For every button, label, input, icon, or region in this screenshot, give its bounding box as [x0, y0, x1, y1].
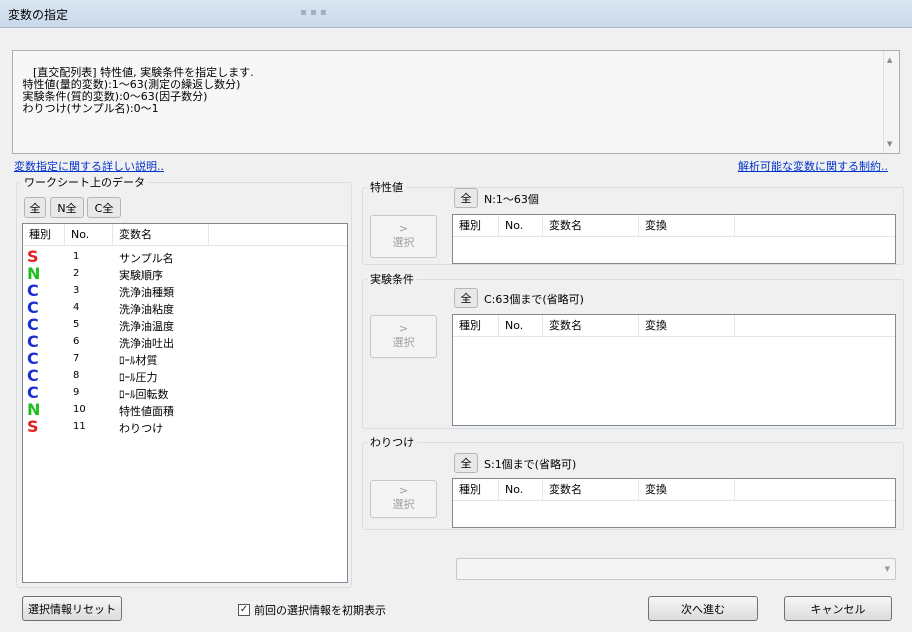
variable-name: ﾛｰﾙ回転数 — [119, 388, 169, 401]
characteristic-list-header: 種別 No. 変数名 変換 — [453, 215, 895, 237]
assignment-legend: わりつけ — [370, 436, 415, 449]
variable-no: 3 — [73, 285, 80, 296]
next-button[interactable]: 次へ進む — [648, 596, 758, 621]
variable-limits-link[interactable]: 解析可能な変数に関する制約.. — [738, 158, 888, 174]
checkbox-label: 前回の選択情報を初期表示 — [254, 604, 386, 617]
column-variable-name[interactable]: 変数名 — [543, 215, 639, 237]
checkbox-box[interactable]: ✓ — [238, 604, 250, 616]
select-all-n-button[interactable]: N全 — [50, 197, 84, 218]
worksheet-row[interactable]: C 9 ﾛｰﾙ回転数 — [23, 383, 343, 402]
variable-name: 洗浄油吐出 — [119, 337, 174, 350]
column-transform[interactable]: 変換 — [639, 215, 735, 237]
worksheet-list-header: 種別 No. 変数名 — [23, 224, 347, 246]
variable-no: 10 — [73, 404, 86, 415]
variable-name: 実験順序 — [119, 269, 163, 282]
variable-no: 8 — [73, 370, 80, 381]
variable-name: 特性値面積 — [119, 405, 174, 418]
show-previous-selection-checkbox[interactable]: ✓ 前回の選択情報を初期表示 — [238, 602, 386, 618]
assignment-select-button[interactable]: > 選択 — [370, 480, 437, 518]
variable-kind-badge: S — [27, 417, 39, 436]
select-all-c-button[interactable]: C全 — [87, 197, 121, 218]
worksheet-row[interactable]: S 11 わりつけ — [23, 417, 343, 436]
column-variable-name[interactable]: 変数名 — [543, 315, 639, 337]
conditions-target-list[interactable]: 種別 No. 変数名 変換 — [452, 314, 896, 426]
variable-no: 1 — [73, 251, 80, 262]
select-arrow-icon: > — [398, 321, 409, 335]
variable-name: 洗浄油粘度 — [119, 303, 174, 316]
variable-name: 洗浄油種類 — [119, 286, 174, 299]
worksheet-row[interactable]: C 3 洗浄油種類 — [23, 281, 343, 300]
variable-name: ﾛｰﾙ圧力 — [119, 371, 158, 384]
variable-no: 4 — [73, 302, 80, 313]
column-transform[interactable]: 変換 — [639, 479, 735, 501]
conditions-list-header: 種別 No. 変数名 変換 — [453, 315, 895, 337]
scroll-down-arrow-icon[interactable]: ▼ — [887, 138, 892, 150]
worksheet-row[interactable]: C 7 ﾛｰﾙ材質 — [23, 349, 343, 368]
variable-name: 洗浄油温度 — [119, 320, 174, 333]
conditions-select-button[interactable]: > 選択 — [370, 315, 437, 358]
column-no[interactable]: No. — [499, 315, 543, 337]
variable-name: ﾛｰﾙ材質 — [119, 354, 158, 367]
variable-no: 2 — [73, 268, 80, 279]
column-variable-name[interactable]: 変数名 — [113, 224, 209, 246]
worksheet-row[interactable]: N 10 特性値面積 — [23, 400, 343, 419]
variable-no: 9 — [73, 387, 80, 398]
variable-no: 11 — [73, 421, 86, 432]
conditions-all-button[interactable]: 全 — [454, 288, 478, 308]
description-box: [直交配列表] 特性値, 実験条件を指定します. 特性値(量的変数):1～63(… — [12, 50, 900, 154]
window-title: 変数の指定 — [8, 8, 69, 22]
description-scrollbar[interactable]: ▲ ▼ — [883, 51, 899, 153]
characteristic-info: N:1～63個 — [484, 193, 539, 206]
worksheet-row[interactable]: S 1 サンプル名 — [23, 247, 343, 266]
column-transform[interactable]: 変換 — [639, 315, 735, 337]
column-kind[interactable]: 種別 — [453, 315, 499, 337]
assignment-all-button[interactable]: 全 — [454, 453, 478, 473]
column-kind[interactable]: 種別 — [453, 479, 499, 501]
characteristic-legend: 特性値 — [370, 181, 403, 194]
select-all-button[interactable]: 全 — [24, 197, 46, 218]
variable-no: 6 — [73, 336, 80, 347]
worksheet-row[interactable]: N 2 実験順序 — [23, 264, 343, 283]
worksheet-row[interactable]: C 4 洗浄油粘度 — [23, 298, 343, 317]
conditions-info: C:63個まで(省略可) — [484, 293, 584, 306]
characteristic-all-button[interactable]: 全 — [454, 188, 478, 208]
column-variable-name[interactable]: 変数名 — [543, 479, 639, 501]
worksheet-data-legend: ワークシート上のデータ — [24, 176, 145, 189]
select-arrow-icon: > — [398, 484, 409, 497]
worksheet-variable-list[interactable]: 種別 No. 変数名 S 1 サンプル名 N 2 実験順序 C 3 洗浄油種類 C 4 洗浄油粘度 C 5… — [22, 223, 348, 583]
characteristic-select-button[interactable]: > 選択 — [370, 215, 437, 258]
column-no[interactable]: No. — [499, 215, 543, 237]
select-arrow-icon: > — [398, 221, 409, 235]
variable-help-link[interactable]: 変数指定に関する詳しい説明.. — [14, 158, 164, 174]
disabled-combo[interactable]: ▼ — [456, 558, 896, 580]
column-kind[interactable]: 種別 — [453, 215, 499, 237]
description-text: [直交配列表] 特性値, 実験条件を指定します. 特性値(量的変数):1～63(… — [22, 66, 254, 115]
assignment-info: S:1個まで(省略可) — [484, 458, 577, 471]
variable-name: わりつけ — [119, 422, 164, 435]
dialog-client: [直交配列表] 特性値, 実験条件を指定します. 特性値(量的変数):1～63(… — [6, 28, 906, 632]
assignment-target-list[interactable]: 種別 No. 変数名 変換 — [452, 478, 896, 528]
conditions-legend: 実験条件 — [370, 273, 414, 286]
variable-no: 7 — [73, 353, 80, 364]
variable-no: 5 — [73, 319, 80, 330]
cancel-button[interactable]: キャンセル — [784, 596, 892, 621]
background-toolbar-ghost: ▪ ▪ ▪ — [300, 7, 327, 18]
worksheet-row[interactable]: C 6 洗浄油吐出 — [23, 332, 343, 351]
assignment-list-header: 種別 No. 変数名 変換 — [453, 479, 895, 501]
chevron-down-icon[interactable]: ▼ — [885, 565, 890, 573]
column-no[interactable]: No. — [65, 224, 113, 246]
characteristic-target-list[interactable]: 種別 No. 変数名 変換 — [452, 214, 896, 264]
reset-selection-button[interactable]: 選択情報リセット — [22, 596, 122, 621]
title-bar: 変数の指定 ▪ ▪ ▪ — [0, 0, 912, 28]
scroll-up-arrow-icon[interactable]: ▲ — [887, 54, 892, 66]
column-no[interactable]: No. — [499, 479, 543, 501]
variable-name: サンプル名 — [119, 252, 174, 265]
worksheet-row[interactable]: C 5 洗浄油温度 — [23, 315, 343, 334]
column-kind[interactable]: 種別 — [23, 224, 65, 246]
worksheet-row[interactable]: C 8 ﾛｰﾙ圧力 — [23, 366, 343, 385]
assignment-select-label: 選択 — [392, 498, 415, 511]
characteristic-select-label: 選択 — [392, 235, 415, 249]
conditions-select-label: 選択 — [392, 335, 415, 349]
